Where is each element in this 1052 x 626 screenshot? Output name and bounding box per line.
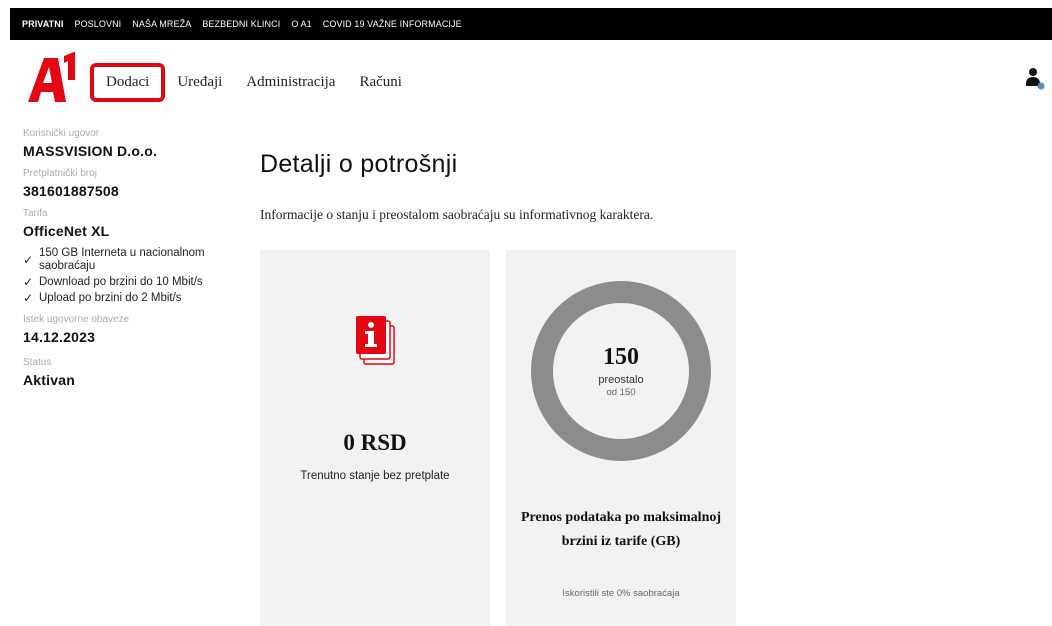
subscriber-value: 381601887508 bbox=[23, 183, 119, 199]
nav-uredjaji[interactable]: Uređaji bbox=[177, 74, 222, 91]
contract-label: Korisnički ugovor bbox=[23, 128, 100, 139]
tariff-value: OfficeNet XL bbox=[23, 223, 110, 239]
a1-logo[interactable] bbox=[24, 52, 80, 104]
topnav-o-a1[interactable]: O A1 bbox=[291, 19, 311, 29]
nav-dodaci[interactable]: Dodaci bbox=[90, 62, 166, 102]
data-transfer-title: Prenos podataka po maksimalnoj brzini iz… bbox=[520, 510, 722, 549]
feature-item: ✓ Upload po brzini do 2 Mbit/s bbox=[23, 292, 233, 305]
topnav-privatni[interactable]: PRIVATNI bbox=[22, 19, 63, 29]
nav-racuni[interactable]: Računi bbox=[359, 74, 402, 91]
topnav-nasa-mreza[interactable]: NAŠA MREŽA bbox=[132, 19, 191, 29]
balance-amount: 0 RSD bbox=[343, 430, 407, 455]
balance-description: Trenutno stanje bez pretplate bbox=[300, 470, 450, 482]
total-label: od 150 bbox=[606, 387, 636, 398]
intro-text: Informacije o stanju i preostalom saobra… bbox=[260, 207, 654, 222]
feature-text: Upload po brzini do 2 Mbit/s bbox=[39, 292, 182, 304]
feature-item: ✓ Download po brzini do 10 Mbit/s bbox=[23, 276, 233, 289]
data-usage-card: 150 preostalo od 150 Prenos podataka po … bbox=[506, 250, 736, 626]
subscriber-label: Pretplatnički broj bbox=[23, 168, 97, 179]
balance-card: 0 RSD Trenutno stanje bez pretplate bbox=[260, 250, 490, 626]
donut-center: 150 preostalo od 150 bbox=[530, 280, 712, 462]
tariff-label: Tarifa bbox=[23, 208, 48, 219]
remaining-amount: 150 bbox=[603, 344, 639, 370]
feature-text: Download po brzini do 10 Mbit/s bbox=[39, 276, 203, 288]
expiry-value: 14.12.2023 bbox=[23, 329, 96, 345]
feature-text: 150 GB Interneta u nacionalnom saobraćaj… bbox=[39, 247, 205, 272]
status-label: Status bbox=[23, 357, 52, 368]
check-icon: ✓ bbox=[23, 291, 34, 305]
topnav-bezbedni-klinci[interactable]: BEZBEDNI KLINCI bbox=[202, 19, 280, 29]
feature-item: ✓ 150 GB Interneta u nacionalnom saobraća… bbox=[23, 247, 233, 273]
page-title: Detalji o potrošnji bbox=[260, 150, 458, 178]
remaining-label: preostalo bbox=[598, 374, 644, 386]
tariff-features: ✓ 150 GB Interneta u nacionalnom saobraća… bbox=[23, 247, 233, 305]
contract-value: MASSVISION D.o.o. bbox=[23, 143, 158, 159]
check-icon: ✓ bbox=[23, 275, 34, 289]
usage-percentage-text: Iskoristili ste 0% saobraćaja bbox=[562, 588, 680, 599]
contract-sidebar: Korisnički ugovor MASSVISION D.o.o. Pret… bbox=[23, 128, 233, 388]
nav-administracija[interactable]: Administracija bbox=[246, 74, 335, 91]
expiry-label: Istek ugovorne obaveze bbox=[23, 314, 130, 325]
topnav-covid[interactable]: COVID 19 VAŽNE INFORMACIJE bbox=[323, 19, 462, 29]
topnav-poslovni[interactable]: POSLOVNI bbox=[74, 19, 121, 29]
check-icon: ✓ bbox=[23, 253, 34, 267]
top-nav-bar: PRIVATNI POSLOVNI NAŠA MREŽA BEZBEDNI KL… bbox=[10, 8, 1052, 40]
status-value: Aktivan bbox=[23, 372, 75, 388]
main-nav: Dodaci Uređaji Administracija Računi bbox=[90, 62, 426, 102]
info-icon bbox=[356, 316, 395, 365]
user-icon[interactable] bbox=[1024, 66, 1046, 90]
